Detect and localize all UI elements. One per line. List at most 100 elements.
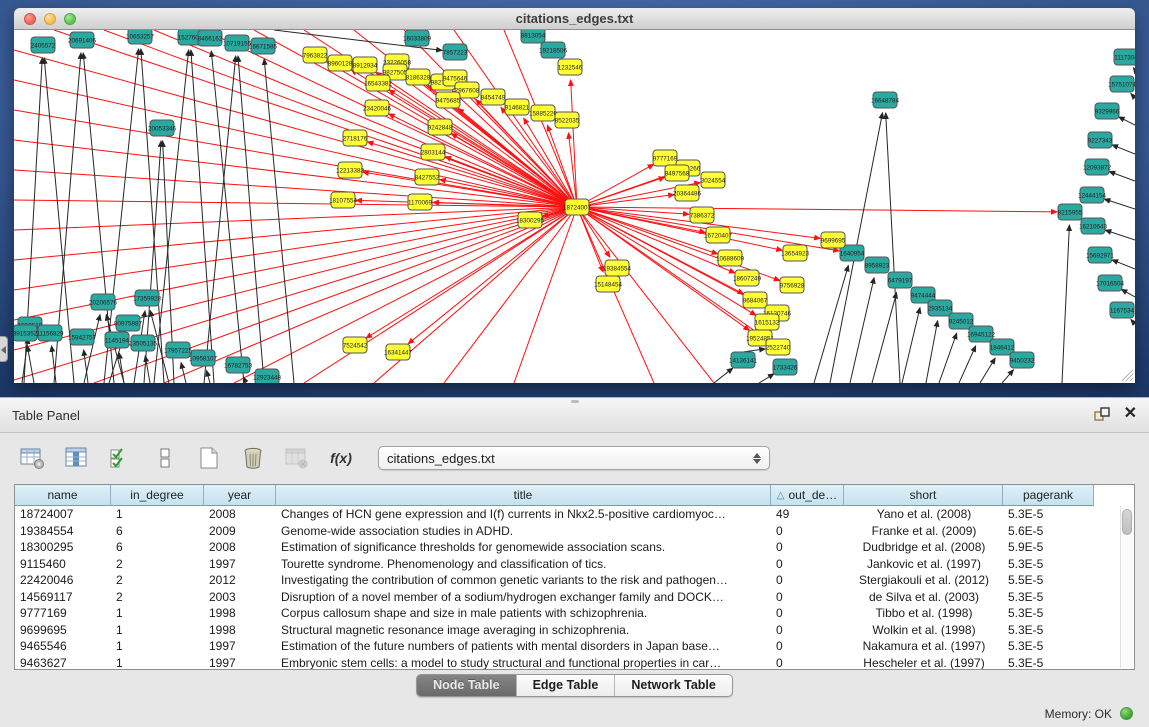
graph-node[interactable]: 9475685 (436, 92, 461, 108)
graph-node[interactable]: 8427552 (415, 169, 440, 185)
table-row[interactable]: 977716911998Corpus callosum shape and si… (15, 605, 1134, 622)
graph-node[interactable]: 2803144 (421, 144, 446, 160)
graph-node[interactable]: 9777169 (653, 150, 678, 166)
graph-node[interactable]: 10688609 (716, 250, 745, 266)
graph-node[interactable]: 13505135 (129, 335, 158, 351)
table-row[interactable]: 946362711997Embryonic stem cells: a mode… (15, 655, 1134, 670)
panel-collapse-handle[interactable] (0, 336, 8, 362)
graph-node[interactable]: 20053346 (148, 120, 177, 136)
zoom-window-icon[interactable] (64, 13, 76, 25)
graph-node[interactable]: 2522740 (766, 339, 791, 355)
graph-node[interactable]: 15692971 (1086, 247, 1115, 263)
graph-node[interactable]: 12213383 (336, 162, 365, 178)
graph-node[interactable]: 1733426 (773, 359, 798, 375)
graph-node[interactable]: 9684067 (743, 292, 768, 308)
graph-node[interactable]: 18607249 (733, 270, 762, 286)
graph-node[interactable]: 16543382 (364, 75, 393, 91)
graph-node[interactable]: 15751074 (1108, 76, 1135, 92)
graph-node[interactable]: 23420046 (363, 100, 392, 116)
graph-node[interactable]: 3915352 (14, 325, 38, 341)
table-vertical-scrollbar[interactable] (1120, 506, 1133, 668)
network-canvas[interactable]: 1872400724055722069140610653257152760284… (14, 30, 1135, 383)
graph-node[interactable]: 16720407 (704, 227, 733, 243)
graph-node[interactable]: 9329966 (1095, 103, 1120, 119)
graph-node[interactable]: 9146821 (505, 99, 530, 115)
graph-node[interactable]: 1167534 (1110, 302, 1135, 318)
graph-node[interactable]: 15942757 (68, 329, 97, 345)
graph-node[interactable]: 1145194 (105, 332, 130, 348)
graph-node[interactable]: 13654923 (781, 245, 810, 261)
table-row[interactable]: 1830029562008Estimation of significance … (15, 539, 1134, 556)
graph-node[interactable]: 19218506 (539, 42, 568, 58)
graph-node[interactable]: 9699695 (821, 232, 846, 248)
close-panel-icon[interactable]: ✕ (1124, 406, 1137, 422)
trash-icon[interactable] (238, 444, 268, 472)
column-header-name[interactable]: name (15, 485, 111, 506)
graph-node[interactable]: 7963822 (303, 47, 328, 63)
graph-node[interactable]: 12444154 (1078, 187, 1107, 203)
table-row[interactable]: 969969511998Structural magnetic resonanc… (15, 622, 1134, 639)
graph-node[interactable]: 8522035 (555, 112, 580, 128)
column-header-short[interactable]: short (844, 485, 1003, 506)
table-row[interactable]: 946554611997Estimation of the future num… (15, 638, 1134, 655)
table-row[interactable]: 1872400712008Changes of HCN gene express… (15, 506, 1134, 523)
column-header-in_degree[interactable]: in_degree (111, 485, 204, 506)
graph-node[interactable]: 10719155 (223, 35, 252, 51)
graph-node[interactable]: 7857223 (443, 44, 468, 60)
show-columns-icon[interactable] (62, 444, 92, 472)
graph-node[interactable]: 2718176 (343, 130, 368, 146)
graph-node[interactable]: 8215955 (1058, 204, 1083, 220)
function-builder-icon[interactable]: f(x) (326, 444, 356, 472)
graph-node[interactable]: 16210643 (1079, 218, 1108, 234)
row-union-icon[interactable] (150, 444, 180, 472)
graph-node[interactable]: 1170069 (408, 194, 433, 210)
graph-node[interactable]: 8454749 (481, 89, 506, 105)
graph-node[interactable]: 16341447 (384, 344, 413, 360)
graph-node[interactable]: 17016504 (1096, 275, 1125, 291)
table-row[interactable]: 911546021997Tourette syndrome. Phenomeno… (15, 556, 1134, 573)
network-view-window[interactable]: citations_edges.txt 18724007240557220691… (14, 8, 1135, 383)
splitter-grip[interactable] (571, 400, 579, 403)
graph-node[interactable]: 20691406 (68, 32, 97, 48)
graph-node[interactable]: 9450232 (1010, 352, 1035, 368)
graph-node[interactable]: 18107554 (329, 192, 358, 208)
graph-node[interactable]: 16033809 (403, 30, 432, 46)
column-header-year[interactable]: year (204, 485, 276, 506)
graph-node[interactable]: 9242848 (428, 119, 453, 135)
graph-node[interactable]: 19384554 (603, 260, 632, 276)
graph-node[interactable]: 16671585 (249, 38, 278, 54)
tab-network-table[interactable]: Network Table (614, 675, 732, 696)
graph-node[interactable]: 17359928 (133, 290, 162, 306)
graph-node[interactable]: 9756928 (780, 277, 805, 293)
graph-node[interactable]: 20364486 (673, 185, 702, 201)
memory-ok-indicator[interactable] (1120, 707, 1133, 720)
graph-node[interactable]: 2405572 (31, 37, 56, 53)
graph-node[interactable]: 8958923 (865, 257, 890, 273)
graph-node[interactable]: 8186328 (406, 69, 431, 85)
graph-node[interactable]: 15885220 (529, 105, 558, 121)
scrollbar-thumb[interactable] (1122, 509, 1132, 535)
column-header-pagerank[interactable]: pagerank (1003, 485, 1094, 506)
window-resize-grip[interactable] (1120, 368, 1133, 381)
graph-node[interactable]: 7524542 (343, 337, 368, 353)
table-row[interactable]: 1456911722003Disruption of a novel membe… (15, 589, 1134, 606)
graph-node[interactable]: 15148454 (594, 276, 623, 292)
tab-node-table[interactable]: Node Table (417, 675, 515, 696)
graph-node[interactable]: 9497568 (665, 165, 690, 181)
graph-node[interactable]: 8912934 (353, 57, 378, 73)
graph-node[interactable]: 18300295 (516, 212, 545, 228)
graph-node[interactable]: 10653257 (126, 30, 155, 44)
graph-node[interactable]: 6479197 (888, 272, 913, 288)
table-row[interactable]: 1938455462009Genome-wide association stu… (15, 523, 1134, 540)
graph-node[interactable]: 1232546 (558, 59, 583, 75)
table-row[interactable]: 2242004622012Investigating the contribut… (15, 572, 1134, 589)
graph-node[interactable]: 8960128 (328, 55, 353, 71)
graph-node[interactable]: 10958107 (189, 350, 218, 366)
graph-node[interactable]: 1615132 (755, 314, 780, 330)
graph-node[interactable]: 16782753 (224, 357, 253, 373)
graph-node[interactable]: 3024554 (701, 172, 726, 188)
graph-node[interactable]: 12093872 (1083, 159, 1112, 175)
select-columns-icon[interactable] (106, 444, 136, 472)
graph-node[interactable]: 12923448 (253, 369, 282, 383)
table-mode-icon[interactable] (18, 444, 48, 472)
